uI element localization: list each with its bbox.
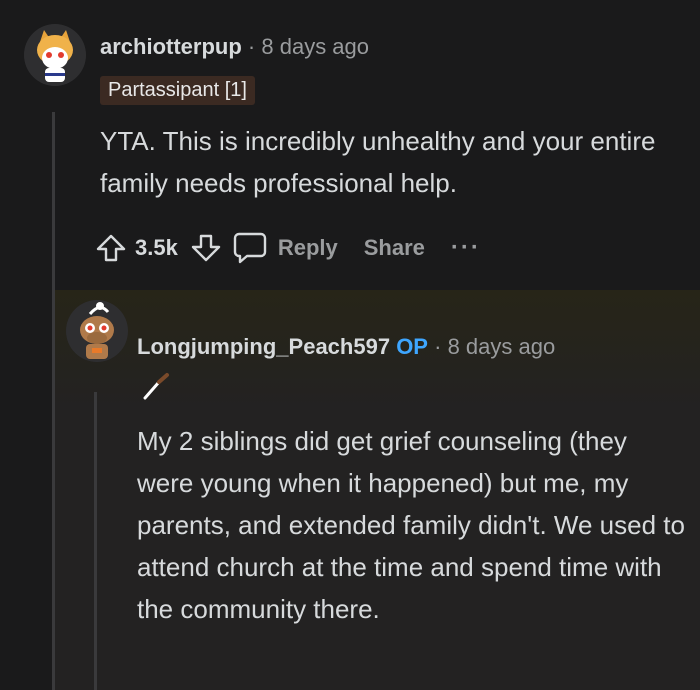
op-badge: OP (396, 334, 428, 359)
comment-actions: 3.5k Reply Share ··· (95, 226, 481, 270)
reply-meta: Longjumping_Peach597 OP · 8 days ago (137, 334, 555, 360)
timestamp[interactable]: 8 days ago (448, 334, 556, 359)
comment-meta: archiotterpup · 8 days ago (100, 34, 369, 60)
username[interactable]: Longjumping_Peach597 (137, 334, 390, 359)
snoo-avatar-icon (66, 300, 128, 362)
share-button[interactable]: Share (364, 235, 425, 261)
user-flair: Partassipant [1] (100, 76, 255, 105)
comment-bubble-icon (233, 232, 267, 264)
vote-score: 3.5k (135, 235, 178, 260)
snoo-avatar-icon (24, 24, 86, 86)
avatar[interactable] (24, 24, 86, 86)
more-options-button[interactable]: ··· (451, 234, 481, 262)
downvote-arrow-icon (191, 234, 221, 262)
downvote-button[interactable] (190, 232, 222, 264)
meta-separator: · (247, 34, 256, 59)
upvote-button[interactable] (95, 232, 127, 264)
reply-label: Reply (277, 235, 338, 260)
knife-flair-icon (141, 372, 175, 407)
meta-separator: · (434, 334, 442, 359)
upvote-arrow-icon (96, 234, 126, 262)
reply-avatar[interactable] (66, 300, 128, 362)
reply-button[interactable]: Reply (232, 231, 338, 265)
reply-thread-line[interactable] (94, 392, 97, 690)
reply-body: My 2 siblings did get grief counseling (… (137, 426, 685, 624)
comment-body: YTA. This is incredibly unhealthy and yo… (100, 126, 656, 198)
timestamp[interactable]: 8 days ago (261, 34, 369, 59)
username[interactable]: archiotterpup (100, 34, 242, 59)
thread-line[interactable] (52, 112, 55, 690)
